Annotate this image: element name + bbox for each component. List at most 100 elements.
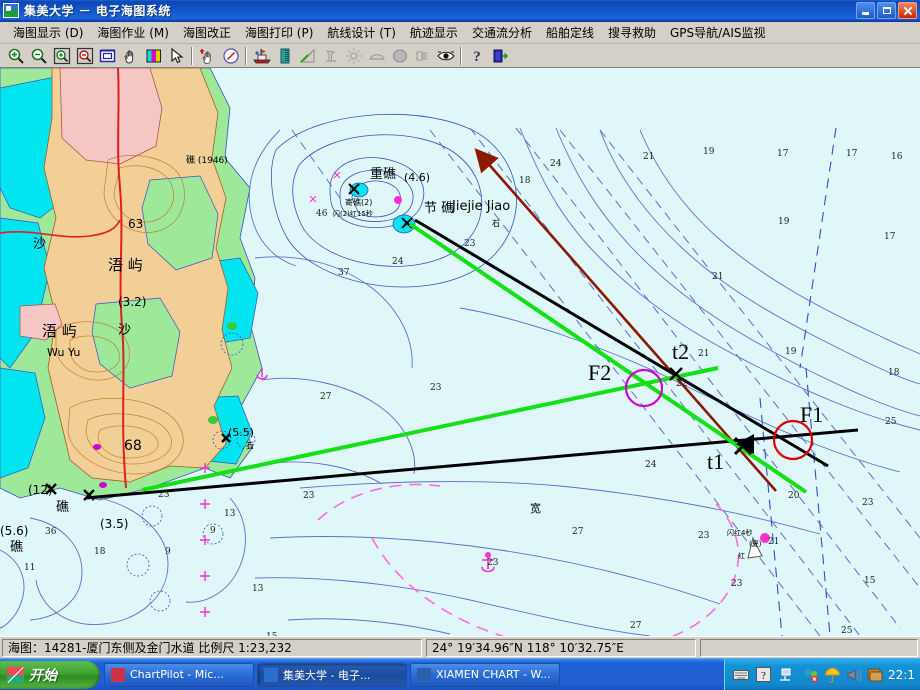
svg-text:?: ?	[473, 49, 481, 65]
eye-icon[interactable]	[434, 45, 457, 67]
sounding-depth: 16	[891, 152, 903, 162]
chart-label-depth-12: (12)	[28, 483, 53, 497]
sounding-depth: 19	[778, 217, 790, 227]
sounding-depth: 25	[841, 626, 853, 636]
sounding-depth: 27	[572, 527, 584, 537]
sounding-depth: 18	[888, 368, 900, 378]
toolbar-separator	[245, 46, 247, 65]
taskbar-item-chartpilot[interactable]: ChartPilot - Mic...	[104, 662, 254, 687]
chart-label-jiao-2: 礁	[56, 499, 69, 515]
select-arrow-icon[interactable]	[165, 45, 188, 67]
sounding-depth: 23	[430, 383, 442, 393]
chart-label-jiejie-jiao-en: Jiejie Jiao	[451, 199, 510, 214]
exit-icon[interactable]	[488, 45, 511, 67]
sounding-depth: 17	[777, 149, 789, 159]
menu-chart-work[interactable]: 海图作业 (M)	[90, 22, 176, 43]
menu-track-display[interactable]: 航迹显示	[403, 22, 465, 43]
taskbar-items: ChartPilot - Mic... 集美大学 - 电子... XIAMEN CH…	[104, 662, 563, 687]
taskbar-item-xiamen-chart[interactable]: XIAMEN CHART - W...	[410, 662, 560, 687]
chart-label-wuyu-en: Wu Yu	[47, 346, 80, 359]
fit-window-icon[interactable]	[96, 45, 119, 67]
menu-chart-display[interactable]: 海图显示 (D)	[6, 22, 90, 43]
sounding-depth: 23	[487, 558, 499, 568]
plug-icon[interactable]	[411, 45, 434, 67]
nautical-chart-svg: 礁 (1946) 重礁 (4.6) 寄礁(2) 闪(2)红15秒 节 礁Jiejie Ji…	[0, 68, 920, 636]
ruler-bar-icon[interactable]	[273, 45, 296, 67]
sounding-depth: 24	[392, 257, 404, 267]
chart-label-shi: 石	[492, 219, 500, 228]
menu-chart-correction[interactable]: 海图改正	[176, 22, 238, 43]
svg-text:?: ?	[761, 670, 766, 682]
status-chart-info: 海图：14281-厦门东侧及金门水道 比例尺 1:23,232	[2, 638, 422, 657]
zoom-in-icon[interactable]	[4, 45, 27, 67]
app-tray-icon	[867, 668, 883, 681]
taskbar-item-label: 集美大学 - 电子...	[283, 668, 371, 682]
sounding-depth: 37	[338, 268, 350, 278]
buoy-icon[interactable]	[319, 45, 342, 67]
close-button[interactable]	[898, 2, 917, 19]
sounding-depth: 23	[464, 239, 476, 249]
sounding-depth: 36	[45, 527, 57, 537]
chart-label-elev-68: 68	[124, 438, 142, 454]
status-coordinates: 24° 19′34.96″N 118° 10′32.75″E	[426, 638, 696, 657]
chart-label-wuyu-cn-2: 浯 屿	[42, 322, 77, 340]
zoom-out-icon[interactable]	[27, 45, 50, 67]
zoom-window-out-icon[interactable]	[73, 45, 96, 67]
sounding-depth: 46	[316, 209, 328, 219]
sounding-depth: 23	[731, 579, 743, 589]
tray-pre-icons: ?	[733, 667, 792, 683]
sounding-depth: 18	[519, 176, 531, 186]
menu-ship-routing[interactable]: 船舶定线	[539, 22, 601, 43]
area-circle-icon[interactable]	[388, 45, 411, 67]
light-icon[interactable]	[342, 45, 365, 67]
taskbar-clock[interactable]: 22:1	[888, 668, 915, 682]
start-button[interactable]: 开始	[0, 660, 100, 689]
pick-hand-icon[interactable]	[196, 45, 219, 67]
compass-icon[interactable]	[219, 45, 242, 67]
chart-label-shi-2: 石	[246, 441, 254, 450]
ship-icon[interactable]	[250, 45, 273, 67]
chart-canvas[interactable]: 礁 (1946) 重礁 (4.6) 寄礁(2) 闪(2)红15秒 节 礁 Jiejie Ji…	[0, 68, 920, 636]
sounding-depth: 21	[768, 537, 779, 547]
menu-chart-print[interactable]: 海图打印 (P)	[238, 22, 320, 43]
layers-icon[interactable]	[142, 45, 165, 67]
chart-label-depth-46: (4.6)	[404, 171, 430, 184]
toolbar: ?	[0, 44, 920, 68]
annotation-f2: F2	[588, 360, 611, 385]
chart-label-jiao-3: 礁	[10, 539, 23, 555]
chart-label-jijiao: 寄礁(2)	[345, 197, 372, 207]
angle-ruler-icon[interactable]	[296, 45, 319, 67]
chart-label-depth-32: (3.2)	[118, 295, 146, 309]
zoom-window-in-icon[interactable]	[50, 45, 73, 67]
system-tray: ? 22:1	[724, 658, 920, 690]
ecdis-application-window: 集美大学 － 电子海图系统 海图显示 (D) 海图作业 (M) 海图改正 海图打印 (…	[0, 0, 920, 690]
pan-hand-icon[interactable]	[119, 45, 142, 67]
annotation-t2: t2	[672, 339, 689, 364]
sounding-depth: 15	[864, 576, 876, 586]
menu-traffic-analysis[interactable]: 交通流分析	[465, 22, 539, 43]
status-bar: 海图：14281-厦门东侧及金门水道 比例尺 1:23,232 24° 19′3…	[0, 636, 920, 658]
sounding-depth: 23	[303, 491, 315, 501]
app-chart-icon	[3, 3, 19, 18]
menu-gps-ais[interactable]: GPS导航/AIS监视	[663, 22, 773, 43]
menu-route-design[interactable]: 航线设计 (T)	[320, 22, 403, 43]
window-title: 集美大学 － 电子海图系统	[24, 4, 171, 18]
sounding-depth: 27	[320, 392, 332, 402]
maximize-button[interactable]	[877, 2, 896, 19]
sounding-depth: 18	[94, 547, 106, 557]
sounding-depth: 24	[550, 159, 562, 169]
sounding-depth: 13	[252, 584, 264, 594]
window-controls	[856, 2, 917, 19]
help-icon[interactable]: ?	[465, 45, 488, 67]
sounding-depth: 23	[158, 490, 170, 500]
sounding-depth: 22	[676, 379, 687, 389]
shoal-icon[interactable]	[365, 45, 388, 67]
minimize-button[interactable]	[856, 2, 875, 19]
menu-search-rescue[interactable]: 搜寻救助	[601, 22, 663, 43]
taskbar-item-jmu-ecdis[interactable]: 集美大学 - 电子...	[257, 662, 407, 687]
chart-label-depth-55: (5.5)	[228, 426, 254, 439]
sounding-depth: 11	[24, 563, 35, 573]
taskbar-item-label: XIAMEN CHART - W...	[436, 668, 551, 681]
title-bar: 集美大学 － 电子海图系统	[0, 0, 920, 22]
chart-label-wuyu-cn-1: 浯 屿	[108, 256, 143, 274]
